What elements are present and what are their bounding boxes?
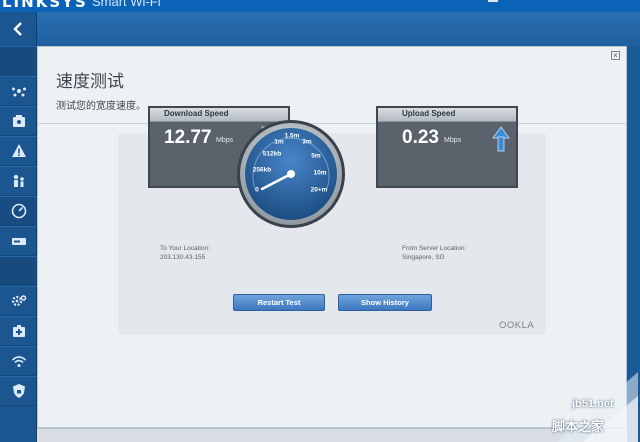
upload-location-value: Singapore, SG: [402, 254, 445, 261]
top-header: LINKSYS Smart Wi-Fi: [0, 0, 640, 12]
download-value: 12.77: [164, 127, 212, 148]
upload-location-label: From Server Location:: [402, 245, 467, 252]
watermark-url: jb51.net: [572, 398, 614, 410]
gauge-label-5m: 5m: [311, 152, 321, 160]
sidebar: [0, 12, 42, 442]
product-name: Smart Wi-Fi: [92, 0, 161, 9]
external-storage-icon: [11, 238, 26, 245]
show-history-button[interactable]: Show History: [338, 294, 432, 311]
sidebar-item-external-storage[interactable]: [0, 226, 37, 256]
sidebar-item-parental-controls[interactable]: [0, 166, 37, 196]
security-icon: [12, 384, 25, 398]
chevron-left-icon: [12, 22, 22, 36]
upload-card-header: Upload Speed: [378, 108, 516, 122]
wireless-icon: [11, 356, 26, 367]
gauge-label-512kb: 512kb: [262, 150, 282, 158]
upload-title: Upload Speed: [402, 109, 456, 118]
upload-card: Upload Speed 0.23 Mbps: [376, 106, 518, 188]
sidebar-item-alerts[interactable]: [0, 136, 37, 166]
gauge-label-1-5m: 1.5m: [284, 132, 300, 140]
download-location-value: 203.130.43.155: [160, 254, 206, 261]
upload-value: 0.23: [402, 127, 439, 148]
page-subtitle: 测试您的宽度速度。: [56, 101, 146, 112]
troubleshooting-icon: [12, 325, 25, 337]
download-location-label: To Your Location:: [160, 245, 210, 252]
sidebar-item-troubleshooting[interactable]: [0, 316, 37, 346]
close-button[interactable]: ×: [611, 51, 620, 60]
download-unit: Mbps: [216, 137, 234, 144]
speed-gauge: 0 256kb 512kb 1m 1.5m 3m 5m 10m 20+m: [236, 119, 346, 229]
brand-logo: LINKSYS: [2, 0, 88, 11]
network-map-icon: [11, 87, 26, 97]
download-title: Download Speed: [164, 109, 229, 118]
header-band: [0, 12, 640, 46]
speed-test-icon: [11, 203, 26, 219]
parental-controls-icon: [13, 174, 24, 187]
guest-access-icon: [12, 115, 25, 127]
sidebar-item-speed-test[interactable]: [0, 196, 42, 226]
connectivity-settings-icon: [11, 295, 26, 307]
sidebar-item-connectivity[interactable]: [0, 286, 37, 316]
page-title: 速度测试: [56, 72, 124, 91]
sidebar-item-network-map[interactable]: [0, 76, 37, 106]
sidebar-separator: [0, 46, 37, 76]
header-decoration: [488, 0, 498, 2]
arrow-up-icon: [492, 126, 510, 152]
upload-unit: Mbps: [444, 137, 462, 144]
ookla-logo: OOKLA: [499, 320, 535, 331]
gauge-label-20m: 20+m: [310, 186, 328, 194]
sidebar-item-security[interactable]: [0, 376, 37, 406]
gauge-label-10m: 10m: [313, 169, 327, 177]
restart-test-button[interactable]: Restart Test: [233, 294, 325, 311]
gauge-label-0: 0: [255, 186, 259, 194]
sidebar-item-wireless[interactable]: [0, 346, 37, 376]
gauge-label-3m: 3m: [302, 138, 312, 146]
gauge-label-256kb: 256kb: [252, 166, 272, 174]
sidebar-item-guest-access[interactable]: [0, 106, 37, 136]
alert-icon: [11, 144, 26, 157]
back-button[interactable]: [0, 12, 37, 46]
watermark-text: 脚本之家: [552, 419, 605, 434]
gauge-label-1m: 1m: [274, 138, 284, 146]
sidebar-separator: [0, 256, 37, 286]
